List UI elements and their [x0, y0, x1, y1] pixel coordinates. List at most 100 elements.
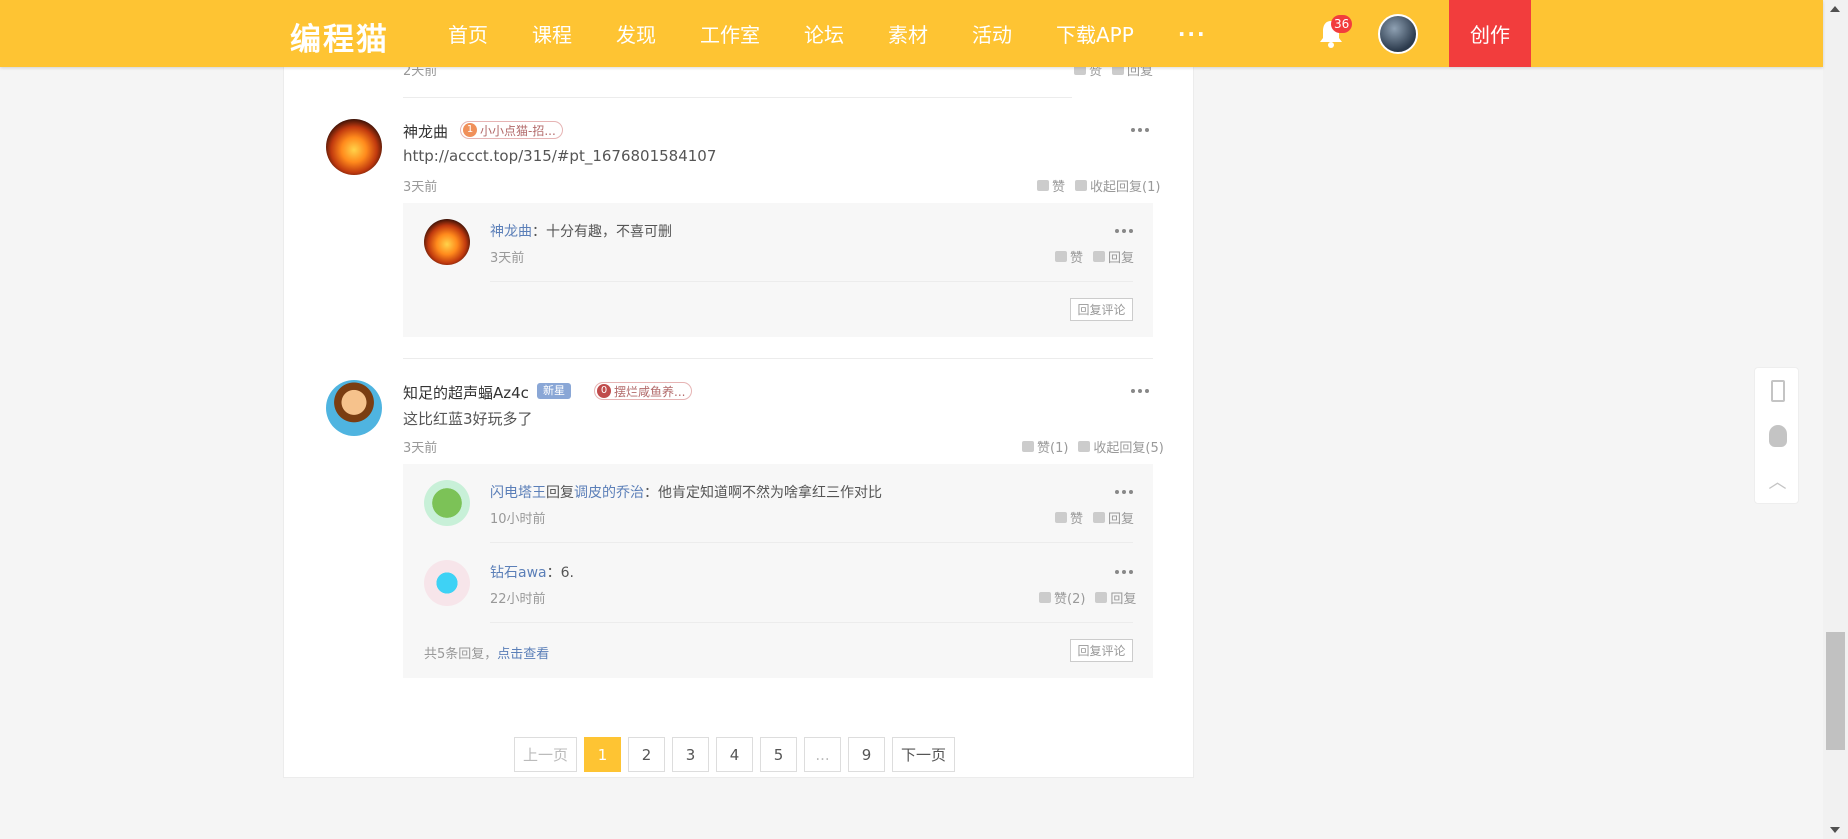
- replies-total-text: 共5条回复，: [424, 647, 498, 662]
- commenter-avatar[interactable]: [326, 380, 382, 436]
- back-to-top-icon: ︿: [1768, 471, 1787, 493]
- reply-button[interactable]: 回复: [1108, 508, 1134, 527]
- reply-comment-button[interactable]: 回复评论: [1070, 639, 1133, 662]
- reply-time: 22小时前: [490, 592, 546, 607]
- reply-avatar[interactable]: [424, 560, 470, 606]
- reply-button[interactable]: 回复: [1108, 247, 1134, 266]
- badge-level: 0: [597, 384, 611, 398]
- reply-author[interactable]: 神龙曲: [490, 224, 532, 240]
- nav-home[interactable]: 首页: [448, 19, 488, 48]
- like-icon[interactable]: [1039, 592, 1051, 603]
- like-icon[interactable]: [1055, 251, 1067, 262]
- phone-icon-button[interactable]: [1755, 368, 1800, 413]
- reply-icon[interactable]: [1078, 441, 1091, 452]
- reply-target[interactable]: 调皮的乔治: [574, 485, 644, 501]
- logo[interactable]: 编程猫: [290, 14, 389, 59]
- reply-separator: ：: [644, 485, 658, 501]
- reply-icon[interactable]: [1093, 251, 1106, 262]
- like-button[interactable]: 赞(1): [1037, 437, 1068, 456]
- commenter-name[interactable]: 知足的超声蝠Az4c: [403, 382, 529, 403]
- view-all-replies-link[interactable]: 点击查看: [497, 647, 549, 662]
- badge-label: 摆烂咸鱼养...: [614, 384, 686, 399]
- back-to-top-button[interactable]: ︿: [1755, 458, 1800, 503]
- page-button[interactable]: 2: [628, 737, 666, 772]
- divider: [403, 97, 1072, 98]
- reply-icon[interactable]: [1075, 180, 1088, 191]
- reply-avatar[interactable]: [424, 219, 470, 265]
- nav-courses[interactable]: 课程: [532, 19, 572, 48]
- user-badge[interactable]: 0 摆烂咸鱼养...: [594, 382, 693, 400]
- nav-discover[interactable]: 发现: [616, 19, 656, 48]
- page-scrollbar[interactable]: [1823, 0, 1848, 839]
- page-button[interactable]: 1: [584, 737, 622, 772]
- commenter-avatar[interactable]: [326, 119, 382, 175]
- nav-studio[interactable]: 工作室: [700, 19, 760, 48]
- commenter-name[interactable]: 神龙曲: [403, 121, 448, 142]
- more-options-icon[interactable]: [1115, 228, 1133, 234]
- more-options-icon[interactable]: [1115, 489, 1133, 495]
- badge-label: 小小点猫-招...: [480, 123, 556, 138]
- replies-total: 共5条回复，点击查看: [424, 643, 549, 662]
- create-button[interactable]: 创作: [1449, 0, 1531, 67]
- reply-text: 十分有趣，不喜可删: [546, 224, 672, 240]
- reply-line: 神龙曲：十分有趣，不喜可删: [490, 221, 672, 241]
- more-options-icon[interactable]: [1131, 388, 1149, 394]
- reply-section: 神龙曲：十分有趣，不喜可删 3天前 赞 回复 回复评论: [403, 203, 1153, 337]
- reply-separator: ：: [532, 224, 546, 240]
- scroll-up-icon[interactable]: [1830, 6, 1840, 12]
- notification-count-badge: 36: [1331, 15, 1353, 33]
- like-icon[interactable]: [1055, 512, 1067, 523]
- prev-page-button[interactable]: 上一页: [514, 737, 578, 772]
- pagination: 上一页 1 2 3 4 5 ... 9 下一页: [514, 737, 962, 772]
- like-button[interactable]: 赞: [1052, 176, 1065, 195]
- page-ellipsis: ...: [804, 737, 842, 772]
- reply-section: 闪电塔王回复调皮的乔治：他肯定知道啊不然为啥拿红三作对比 10小时前 赞 回复 …: [403, 464, 1153, 678]
- reply-separator: ：: [546, 565, 561, 581]
- like-button[interactable]: 赞: [1070, 508, 1083, 527]
- comments-panel: 2天前 赞 回复 神龙曲 1 小小点猫-招... http://accct.to…: [283, 0, 1194, 778]
- reply-author[interactable]: 闪电塔王: [490, 485, 546, 501]
- next-page-button[interactable]: 下一页: [892, 737, 956, 772]
- like-button[interactable]: 赞(2): [1054, 588, 1085, 607]
- nav-download-app[interactable]: 下载APP: [1056, 19, 1134, 48]
- like-icon[interactable]: [1022, 441, 1034, 452]
- comment-time: 3天前: [403, 180, 438, 195]
- new-star-badge: 新星: [537, 383, 571, 399]
- scrollbar-thumb[interactable]: [1826, 632, 1845, 750]
- badge-level: 1: [463, 123, 477, 137]
- reply-icon[interactable]: [1093, 512, 1106, 523]
- reply-icon[interactable]: [1095, 592, 1108, 603]
- nav-more-button[interactable]: ···: [1178, 22, 1207, 46]
- reply-actions: 赞 回复: [1055, 247, 1134, 266]
- reply-author[interactable]: 钻石awa: [490, 565, 547, 581]
- like-button[interactable]: 赞: [1070, 247, 1083, 266]
- qq-icon: [1768, 424, 1787, 447]
- top-nav: 编程猫 首页 课程 发现 工作室 论坛 素材 活动 下载APP ··· 36 创…: [0, 0, 1823, 67]
- like-icon[interactable]: [1037, 180, 1049, 191]
- collapse-replies-button[interactable]: 收起回复(1): [1090, 176, 1160, 195]
- more-options-icon[interactable]: [1131, 127, 1149, 133]
- page-button[interactable]: 5: [760, 737, 798, 772]
- reply-time: 10小时前: [490, 512, 546, 527]
- qq-icon-button[interactable]: [1755, 413, 1800, 458]
- nav-events[interactable]: 活动: [972, 19, 1012, 48]
- nav-forum[interactable]: 论坛: [804, 19, 844, 48]
- reply-button[interactable]: 回复: [1110, 588, 1136, 607]
- reply-avatar[interactable]: [424, 480, 470, 526]
- page-button[interactable]: 9: [848, 737, 886, 772]
- comment-text: 这比红蓝3好玩多了: [403, 410, 533, 428]
- reply-comment-button[interactable]: 回复评论: [1070, 298, 1133, 321]
- more-options-icon[interactable]: [1115, 569, 1133, 575]
- page-button[interactable]: 3: [672, 737, 710, 772]
- user-avatar[interactable]: [1378, 14, 1418, 54]
- reply-mid: 回复: [546, 485, 574, 501]
- nav-materials[interactable]: 素材: [888, 19, 928, 48]
- divider: [490, 542, 1133, 543]
- user-badge[interactable]: 1 小小点猫-招...: [460, 121, 563, 139]
- page-button[interactable]: 4: [716, 737, 754, 772]
- collapse-replies-button[interactable]: 收起回复(5): [1093, 437, 1163, 456]
- reply-text: 他肯定知道啊不然为啥拿红三作对比: [658, 485, 882, 501]
- reply-text: 6.: [560, 565, 574, 581]
- nav-menu: 首页 课程 发现 工作室 论坛 素材 活动 下载APP ···: [448, 0, 1251, 67]
- scroll-down-icon[interactable]: [1830, 827, 1840, 833]
